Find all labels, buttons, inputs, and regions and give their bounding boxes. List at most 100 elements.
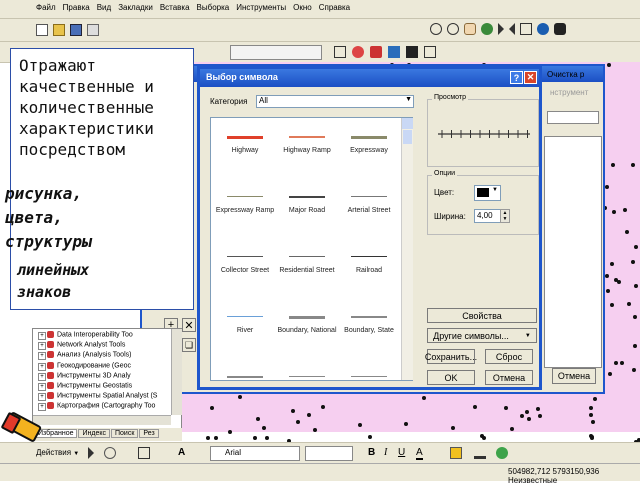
symbol-item[interactable]: Collector Street <box>215 244 275 296</box>
symbol-item[interactable]: Arterial Street <box>339 184 399 236</box>
line-color-icon[interactable] <box>474 447 486 459</box>
open-folder-icon[interactable] <box>53 24 65 36</box>
binoculars-icon[interactable] <box>554 23 566 35</box>
ok-button[interactable]: OK <box>427 370 475 385</box>
toolbox-scrollbar[interactable] <box>171 329 182 415</box>
actions-menu[interactable]: Действия ▼ <box>36 448 79 457</box>
back-remove-button[interactable]: ✕ <box>182 318 196 332</box>
new-document-icon[interactable] <box>36 24 48 36</box>
symbol-list-scrollbar[interactable] <box>401 118 413 380</box>
symbol-list[interactable]: HighwayHighway RampExpressway Expressway … <box>210 117 413 381</box>
sketch-icon[interactable] <box>352 46 364 58</box>
fill-color-icon[interactable] <box>450 447 462 459</box>
expand-plus-icon[interactable]: + <box>38 373 46 381</box>
expand-plus-icon[interactable]: + <box>38 383 46 391</box>
arc-toolbox-icon[interactable] <box>388 46 400 58</box>
toolbox-icon <box>47 382 54 389</box>
toolbox-item[interactable]: +Анализ (Analysis Tools) <box>35 351 131 360</box>
attributes-icon[interactable] <box>370 46 382 58</box>
menu-item[interactable]: Файл <box>36 3 56 12</box>
symbol-item[interactable]: Residential Street <box>277 244 337 296</box>
toolbox-tab[interactable]: Поиск <box>111 429 138 438</box>
toolbox-item[interactable]: +Инструменты Spatial Analyst (S <box>35 392 157 401</box>
select-elements-icon[interactable] <box>88 447 94 459</box>
menu-item[interactable]: Инструменты <box>236 3 286 12</box>
menu-item[interactable]: Правка <box>63 3 90 12</box>
layer-dropdown[interactable] <box>230 45 322 60</box>
color-picker[interactable]: ▼ <box>474 185 501 201</box>
italic-button[interactable]: I <box>384 447 387 458</box>
marker-color-icon[interactable] <box>496 447 508 459</box>
expand-plus-icon[interactable]: + <box>38 403 46 411</box>
symbol-item[interactable]: Highway <box>215 124 275 176</box>
back-arrow-icon[interactable] <box>498 23 504 35</box>
back-cancel-button[interactable]: Отмена <box>552 368 596 384</box>
menu-item[interactable]: Вставка <box>160 3 190 12</box>
forward-arrow-icon[interactable] <box>509 23 515 35</box>
expand-plus-icon[interactable]: + <box>38 352 46 360</box>
text-A-icon[interactable]: A <box>178 447 190 459</box>
symbol-item[interactable] <box>215 364 275 380</box>
save-icon[interactable] <box>70 24 82 36</box>
rectangle-icon[interactable] <box>138 447 150 459</box>
toolbox-tab[interactable]: Индекс <box>78 429 110 438</box>
symbol-item[interactable]: River <box>215 304 275 356</box>
toolbox-icon <box>47 341 54 348</box>
menu-item[interactable]: Закладки <box>118 3 153 12</box>
symbol-item[interactable]: Boundary, National <box>277 304 337 356</box>
pan-hand-icon[interactable] <box>464 23 476 35</box>
back-dialog-dropdown[interactable] <box>547 111 599 124</box>
symbol-item[interactable]: Major Road <box>277 184 337 236</box>
font-size-dropdown[interactable] <box>305 446 353 461</box>
zoom-out-icon[interactable] <box>447 23 459 35</box>
editor-pencil-icon[interactable] <box>334 46 346 58</box>
width-input[interactable]: 4,00 <box>474 209 501 223</box>
toolbox-item[interactable]: +Network Analyst Tools <box>35 341 125 350</box>
help-button[interactable]: ? <box>510 71 523 84</box>
symbol-item[interactable]: Expressway <box>339 124 399 176</box>
menu-item[interactable]: Выборка <box>197 3 230 12</box>
more-symbols-button[interactable]: Другие символы... ▼ <box>427 328 537 343</box>
width-stepper[interactable]: ▲▼ <box>500 209 510 223</box>
font-color-button[interactable]: A <box>416 447 423 460</box>
toolbox-item[interactable]: +Картография (Cartography Too <box>35 402 155 411</box>
zoom-in-icon[interactable] <box>430 23 442 35</box>
symbol-item[interactable]: Boundary, State <box>339 304 399 356</box>
expand-plus-icon[interactable]: + <box>38 342 46 350</box>
symbol-item[interactable]: Railroad <box>339 244 399 296</box>
symbol-item[interactable] <box>339 364 399 380</box>
menu-item[interactable]: Справка <box>319 3 350 12</box>
map-point-symbol <box>262 426 266 430</box>
category-dropdown[interactable]: All ▼ <box>256 95 414 108</box>
back-paste-button[interactable]: ❏ <box>182 338 196 352</box>
symbol-item[interactable] <box>277 364 337 380</box>
save-button[interactable]: Сохранить... <box>427 349 475 364</box>
expand-plus-icon[interactable]: + <box>38 332 46 340</box>
toolbox-item[interactable]: +Инструменты 3D Analy <box>35 372 131 381</box>
symbol-item[interactable]: Expressway Ramp <box>215 184 275 236</box>
toolbox-item[interactable]: +Data Interoperability Too <box>35 331 133 340</box>
select-arrow-icon[interactable] <box>520 23 532 35</box>
identify-icon[interactable] <box>537 23 549 35</box>
font-dropdown[interactable]: Arial <box>210 446 300 461</box>
toolbox-item[interactable]: +Геокодирование (Geoc <box>35 362 131 371</box>
help-cursor-icon[interactable] <box>424 46 436 58</box>
expand-plus-icon[interactable]: + <box>38 393 46 401</box>
toolbox-item[interactable]: +Инструменты Geostatis <box>35 382 132 391</box>
expand-plus-icon[interactable]: + <box>38 363 46 371</box>
underline-button[interactable]: U <box>398 447 405 458</box>
close-button[interactable]: ✕ <box>524 71 537 84</box>
symbol-item[interactable]: Highway Ramp <box>277 124 337 176</box>
globe-icon[interactable] <box>481 23 493 35</box>
reset-button[interactable]: Сброс <box>485 349 533 364</box>
rotate-icon[interactable] <box>104 447 116 459</box>
toolbox-tab[interactable]: Рез <box>139 429 158 438</box>
print-icon[interactable] <box>87 24 99 36</box>
menu-item[interactable]: Окно <box>293 3 312 12</box>
command-line-icon[interactable] <box>406 46 418 58</box>
toolbox-hscrollbar[interactable] <box>33 415 171 425</box>
cancel-button[interactable]: Отмена <box>485 370 533 385</box>
properties-button[interactable]: Свойства <box>427 308 537 323</box>
bold-button[interactable]: B <box>368 447 375 458</box>
menu-item[interactable]: Вид <box>97 3 111 12</box>
